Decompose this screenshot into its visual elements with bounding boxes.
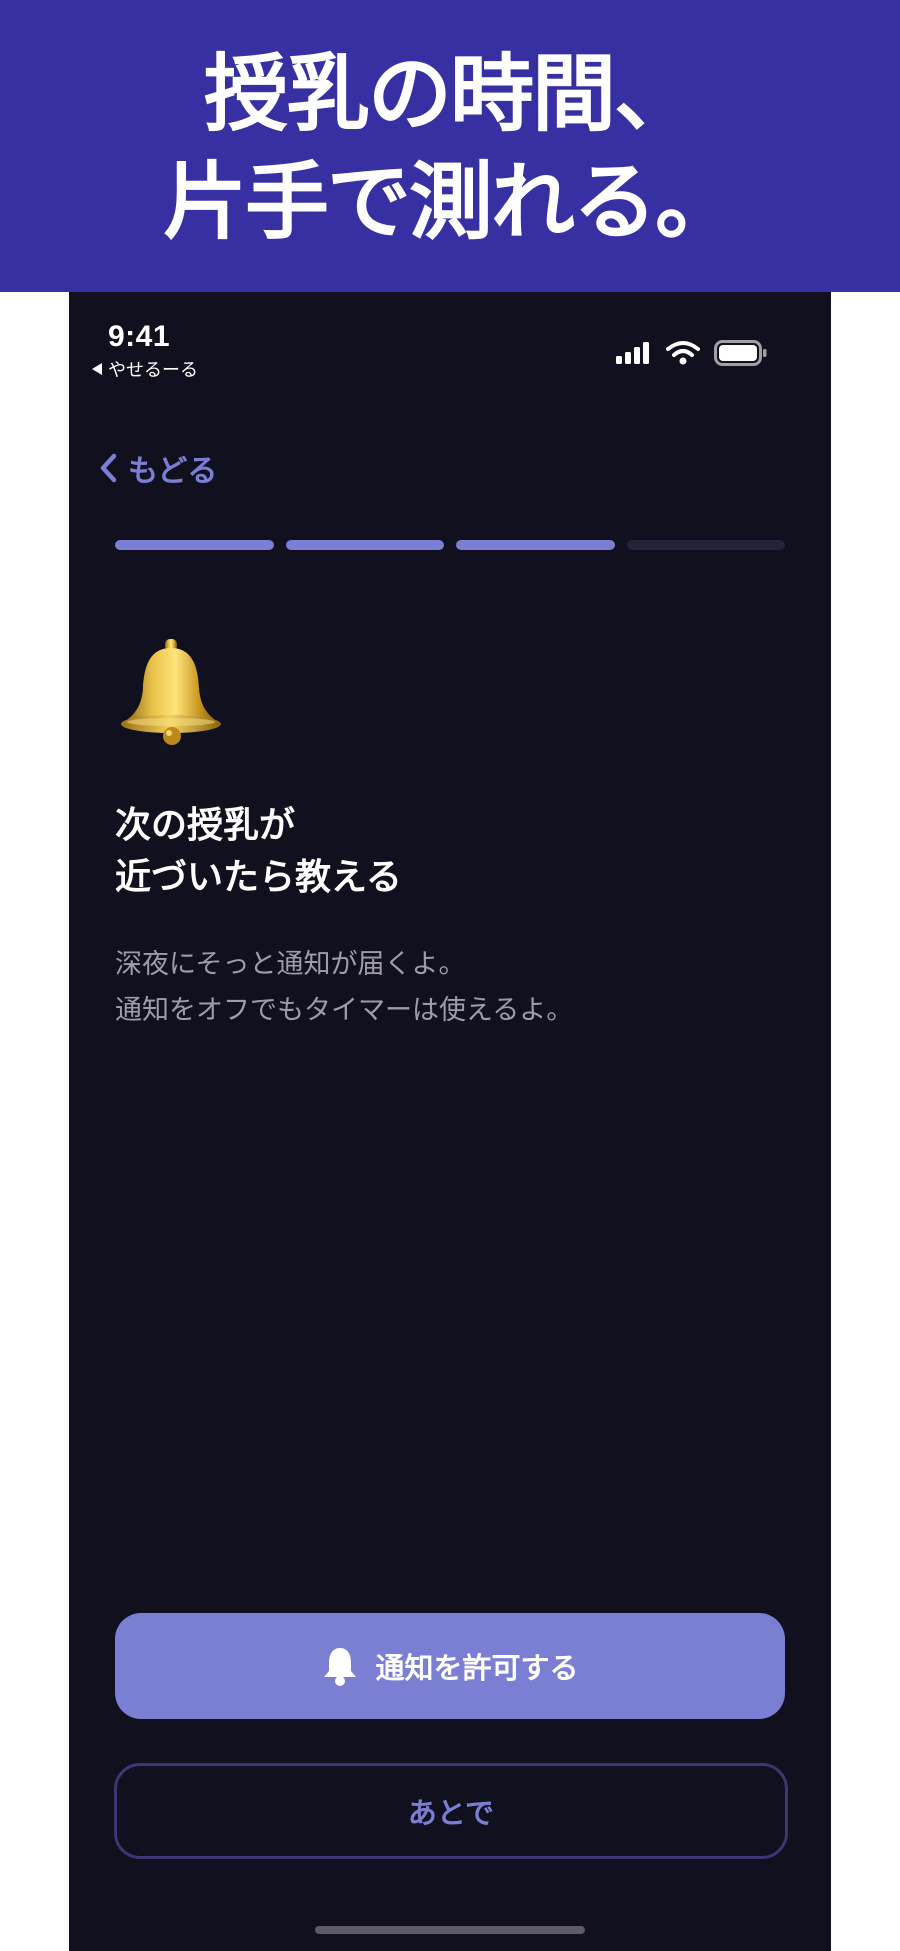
progress-step-3 bbox=[456, 540, 615, 550]
progress-step-1 bbox=[115, 540, 274, 550]
promo-headline-line1: 授乳の時間、 bbox=[203, 45, 698, 143]
description-line-2: 通知をオフでもタイマーは使えるよ。 bbox=[115, 995, 574, 1026]
description: 深夜にそっと通知が届くよ。 通知をオフでもタイマーは使えるよ。 bbox=[115, 942, 573, 1034]
back-to-app-link[interactable]: やせるーる bbox=[92, 356, 198, 382]
progress-step-4 bbox=[626, 540, 785, 550]
allow-notifications-label: 通知を許可する bbox=[375, 1651, 579, 1685]
chevron-left-icon bbox=[100, 453, 117, 483]
later-button-label: あとで bbox=[407, 1796, 495, 1830]
progress-step-2 bbox=[285, 540, 444, 550]
title-line-2: 近づいたら教える bbox=[115, 857, 402, 898]
promo-headline-line2: 片手で測れる。 bbox=[162, 153, 739, 251]
back-triangle-icon bbox=[92, 363, 102, 375]
later-button[interactable]: あとで bbox=[114, 1763, 788, 1859]
home-indicator[interactable] bbox=[315, 1926, 585, 1934]
status-time: 9:41 bbox=[108, 320, 171, 353]
allow-notifications-button[interactable]: 通知を許可する bbox=[115, 1613, 785, 1719]
wifi-icon bbox=[666, 341, 700, 365]
onboarding-progress bbox=[115, 540, 785, 550]
back-app-label: やせるーる bbox=[108, 360, 198, 381]
bell-icon bbox=[324, 1648, 357, 1686]
status-icons bbox=[614, 340, 768, 366]
bell-icon bbox=[121, 639, 221, 745]
back-button-label: もどる bbox=[128, 454, 218, 489]
description-line-1: 深夜にそっと通知が届くよ。 bbox=[115, 949, 466, 980]
page-title: 次の授乳が 近づいたら教える bbox=[115, 800, 402, 904]
battery-icon bbox=[714, 340, 767, 366]
cellular-signal-icon bbox=[616, 342, 649, 364]
title-line-1: 次の授乳が bbox=[115, 805, 296, 846]
back-button[interactable]: もどる bbox=[98, 446, 217, 490]
